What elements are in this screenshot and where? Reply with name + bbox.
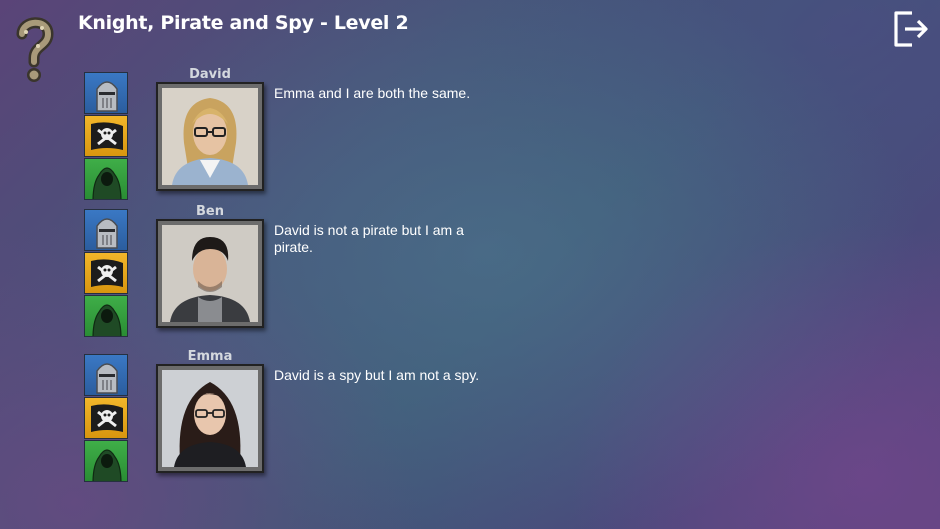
page-title: Knight, Pirate and Spy - Level 2 [78, 12, 409, 34]
skull-crossbones-flag-icon [91, 404, 123, 432]
knight-role-button[interactable] [84, 354, 128, 396]
role-selector [84, 209, 128, 338]
character-statement: David is not a pirate but I am a pirate. [274, 222, 464, 255]
character-portrait [156, 82, 264, 191]
character-name: David [189, 67, 231, 82]
help-button[interactable] [14, 12, 56, 86]
spy-role-button[interactable] [84, 440, 128, 482]
role-selector [84, 354, 128, 483]
character-statement: Emma and I are both the same. [274, 85, 471, 101]
hooded-spy-icon [92, 449, 122, 481]
spy-role-button[interactable] [84, 295, 128, 337]
character-card-emma: Emma David is a spy but I am not a spy. [84, 349, 524, 482]
skull-crossbones-flag-icon [91, 122, 123, 150]
spy-role-button[interactable] [84, 158, 128, 200]
exit-button[interactable] [892, 10, 930, 48]
pirate-role-button[interactable] [84, 115, 128, 157]
hooded-spy-icon [92, 167, 122, 199]
knight-helmet-icon [96, 81, 118, 112]
knight-helmet-icon [96, 363, 118, 394]
character-card-david: David Emma and I are both the same. [84, 67, 524, 200]
character-name: Ben [196, 204, 224, 219]
character-statement: David is a spy but I am not a spy. [274, 367, 480, 383]
hooded-spy-icon [92, 304, 122, 336]
knight-role-button[interactable] [84, 72, 128, 114]
character-card-ben: Ben David is not a pirate but I am a pir… [84, 204, 524, 337]
skull-crossbones-flag-icon [91, 259, 123, 287]
character-name: Emma [187, 349, 233, 364]
role-selector [84, 72, 128, 201]
character-portrait [156, 219, 264, 328]
character-portrait [156, 364, 264, 473]
question-mark-icon [16, 17, 54, 82]
pirate-role-button[interactable] [84, 397, 128, 439]
pirate-role-button[interactable] [84, 252, 128, 294]
exit-icon [894, 11, 928, 47]
knight-helmet-icon [96, 218, 118, 249]
knight-role-button[interactable] [84, 209, 128, 251]
